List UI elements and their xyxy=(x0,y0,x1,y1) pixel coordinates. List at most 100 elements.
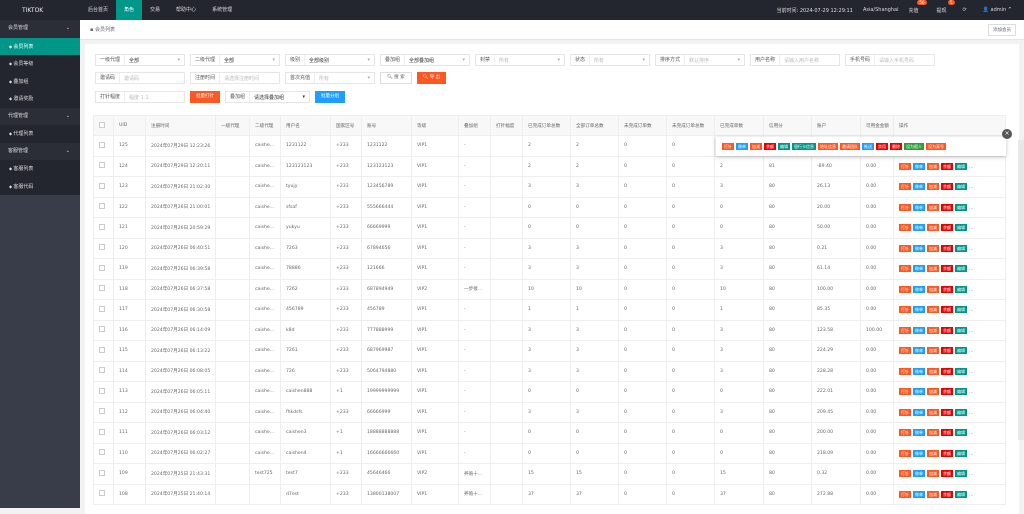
action-button[interactable]: 余额 xyxy=(941,326,953,334)
action-button[interactable]: 做单 xyxy=(913,265,925,273)
action-button[interactable]: 余额 xyxy=(941,306,953,314)
action-button[interactable]: 加减 xyxy=(927,326,939,334)
more-actions[interactable]: ... xyxy=(969,472,973,477)
action-button[interactable]: 编辑 xyxy=(955,285,967,293)
more-actions[interactable]: ... xyxy=(969,206,973,211)
sidebar-item-9[interactable]: ◆ 客服代码 xyxy=(0,177,80,195)
action-button[interactable]: 做单 xyxy=(913,306,925,314)
group-select[interactable]: 叠加组 请选择叠加组 ▾ xyxy=(225,91,310,103)
row-checkbox[interactable] xyxy=(99,408,105,415)
row-checkbox[interactable] xyxy=(99,449,105,456)
filter-row1-5[interactable]: 状态 所有 ▾ xyxy=(570,54,650,66)
popup-action-button[interactable]: 设为假人 xyxy=(904,143,924,150)
action-button[interactable]: 余额 xyxy=(941,244,953,252)
row-checkbox[interactable] xyxy=(99,469,105,476)
more-actions[interactable]: ... xyxy=(969,247,973,252)
more-actions[interactable]: ... xyxy=(969,452,973,457)
filter-row1-2[interactable]: 级别 全部级别 ▾ xyxy=(285,54,375,66)
row-checkbox[interactable] xyxy=(99,264,105,271)
filter-row1-4[interactable]: 封禁 所有 ▾ xyxy=(475,54,565,66)
popup-action-button[interactable]: 做单 xyxy=(736,143,748,150)
action-button[interactable]: 余额 xyxy=(941,470,953,478)
action-button[interactable]: 做单 xyxy=(913,449,925,457)
more-actions[interactable]: ... xyxy=(969,226,973,231)
action-button[interactable]: 余额 xyxy=(941,367,953,375)
action-button[interactable]: 做单 xyxy=(913,224,925,232)
close-icon[interactable]: × xyxy=(1002,129,1012,139)
popup-action-button[interactable]: 推送 xyxy=(862,143,874,150)
sidebar-item-1[interactable]: ◆ 会员列表 xyxy=(0,37,80,55)
popup-action-button[interactable]: 删除 xyxy=(890,143,902,150)
row-checkbox[interactable] xyxy=(99,244,105,251)
action-button[interactable]: 打针 xyxy=(899,388,911,396)
popup-action-button[interactable]: 地址信息 xyxy=(818,143,838,150)
select-all-checkbox[interactable] xyxy=(99,121,105,128)
batch-group-button[interactable]: 批量分组 xyxy=(315,91,345,103)
action-button[interactable]: 打针 xyxy=(899,265,911,273)
action-button[interactable]: 加减 xyxy=(927,347,939,355)
action-button[interactable]: 加减 xyxy=(927,244,939,252)
action-button[interactable]: 做单 xyxy=(913,347,925,355)
more-actions[interactable]: ... xyxy=(969,308,973,313)
row-checkbox[interactable] xyxy=(99,490,105,497)
action-button[interactable]: 加减 xyxy=(927,183,939,191)
action-button[interactable]: 余额 xyxy=(941,347,953,355)
action-button[interactable]: 做单 xyxy=(913,244,925,252)
more-actions[interactable]: ... xyxy=(969,390,973,395)
action-button[interactable]: 余额 xyxy=(941,388,953,396)
search-button[interactable]: 🔍︎ 搜 索 xyxy=(380,72,412,84)
action-button[interactable]: 余额 xyxy=(941,224,953,232)
action-button[interactable]: 加减 xyxy=(927,162,939,170)
more-actions[interactable]: ... xyxy=(969,349,973,354)
action-button[interactable]: 编辑 xyxy=(955,408,967,416)
filter-row1-3[interactable]: 叠加组 全部叠加组 ▾ xyxy=(380,54,470,66)
row-checkbox[interactable] xyxy=(99,305,105,312)
action-button[interactable]: 加减 xyxy=(927,408,939,416)
action-button[interactable]: 加减 xyxy=(927,388,939,396)
filter-row2-1[interactable]: 注册时间 请选择注册时间 xyxy=(190,72,280,84)
action-button[interactable]: 加减 xyxy=(927,203,939,211)
popup-action-button[interactable]: 编辑 xyxy=(778,143,790,150)
refresh-icon[interactable]: ⟳ xyxy=(963,7,967,13)
row-checkbox[interactable] xyxy=(99,203,105,210)
popup-action-button[interactable]: 加减 xyxy=(750,143,762,150)
action-button[interactable]: 编辑 xyxy=(955,449,967,457)
inject-range-input[interactable]: 打针幅度 幅度 1.1 xyxy=(95,91,185,103)
sidebar-group-7[interactable]: 客服管理 ⌄ xyxy=(0,142,80,160)
popup-action-button[interactable]: 打针 xyxy=(722,143,734,150)
more-actions[interactable]: ... xyxy=(969,288,973,293)
sidebar-item-2[interactable]: ◆ 会员等级 xyxy=(0,55,80,73)
row-checkbox[interactable] xyxy=(99,223,105,230)
filter-row1-7[interactable]: 用户名称 请输入用户名称 xyxy=(750,54,840,66)
action-button[interactable]: 编辑 xyxy=(955,224,967,232)
action-button[interactable]: 加减 xyxy=(927,470,939,478)
action-button[interactable]: 编辑 xyxy=(955,162,967,170)
action-button[interactable]: 加减 xyxy=(927,285,939,293)
row-checkbox[interactable] xyxy=(99,428,105,435)
action-button[interactable]: 打针 xyxy=(899,183,911,191)
action-button[interactable]: 加减 xyxy=(927,490,939,498)
more-actions[interactable]: ... xyxy=(969,165,973,170)
action-button[interactable]: 打针 xyxy=(899,244,911,252)
sidebar-group-0[interactable]: 会员管理 ⌄ xyxy=(0,20,80,38)
nav-item-1[interactable]: 角色 xyxy=(116,0,143,20)
action-button[interactable]: 余额 xyxy=(941,408,953,416)
action-button[interactable]: 打针 xyxy=(899,203,911,211)
action-button[interactable]: 做单 xyxy=(913,367,925,375)
action-button[interactable]: 打针 xyxy=(899,347,911,355)
action-button[interactable]: 余额 xyxy=(941,265,953,273)
filter-row2-0[interactable]: 邀请码 邀请码 xyxy=(95,72,185,84)
action-button[interactable]: 打针 xyxy=(899,490,911,498)
row-checkbox[interactable] xyxy=(99,367,105,374)
more-actions[interactable]: ... xyxy=(969,493,973,498)
withdraw-link[interactable]: 提现 5 xyxy=(937,0,955,14)
more-actions[interactable]: ... xyxy=(969,411,973,416)
filter-row2-2[interactable]: 首次充值 所有 ▾ xyxy=(285,72,375,84)
add-member-button[interactable]: 添加会员 xyxy=(988,24,1016,36)
more-actions[interactable]: ... xyxy=(969,431,973,436)
row-checkbox[interactable] xyxy=(99,162,105,169)
nav-item-3[interactable]: 帮助中心 xyxy=(168,0,204,20)
action-button[interactable]: 编辑 xyxy=(955,183,967,191)
action-button[interactable]: 打针 xyxy=(899,306,911,314)
popup-action-button[interactable]: 银行卡信息 xyxy=(792,143,816,150)
